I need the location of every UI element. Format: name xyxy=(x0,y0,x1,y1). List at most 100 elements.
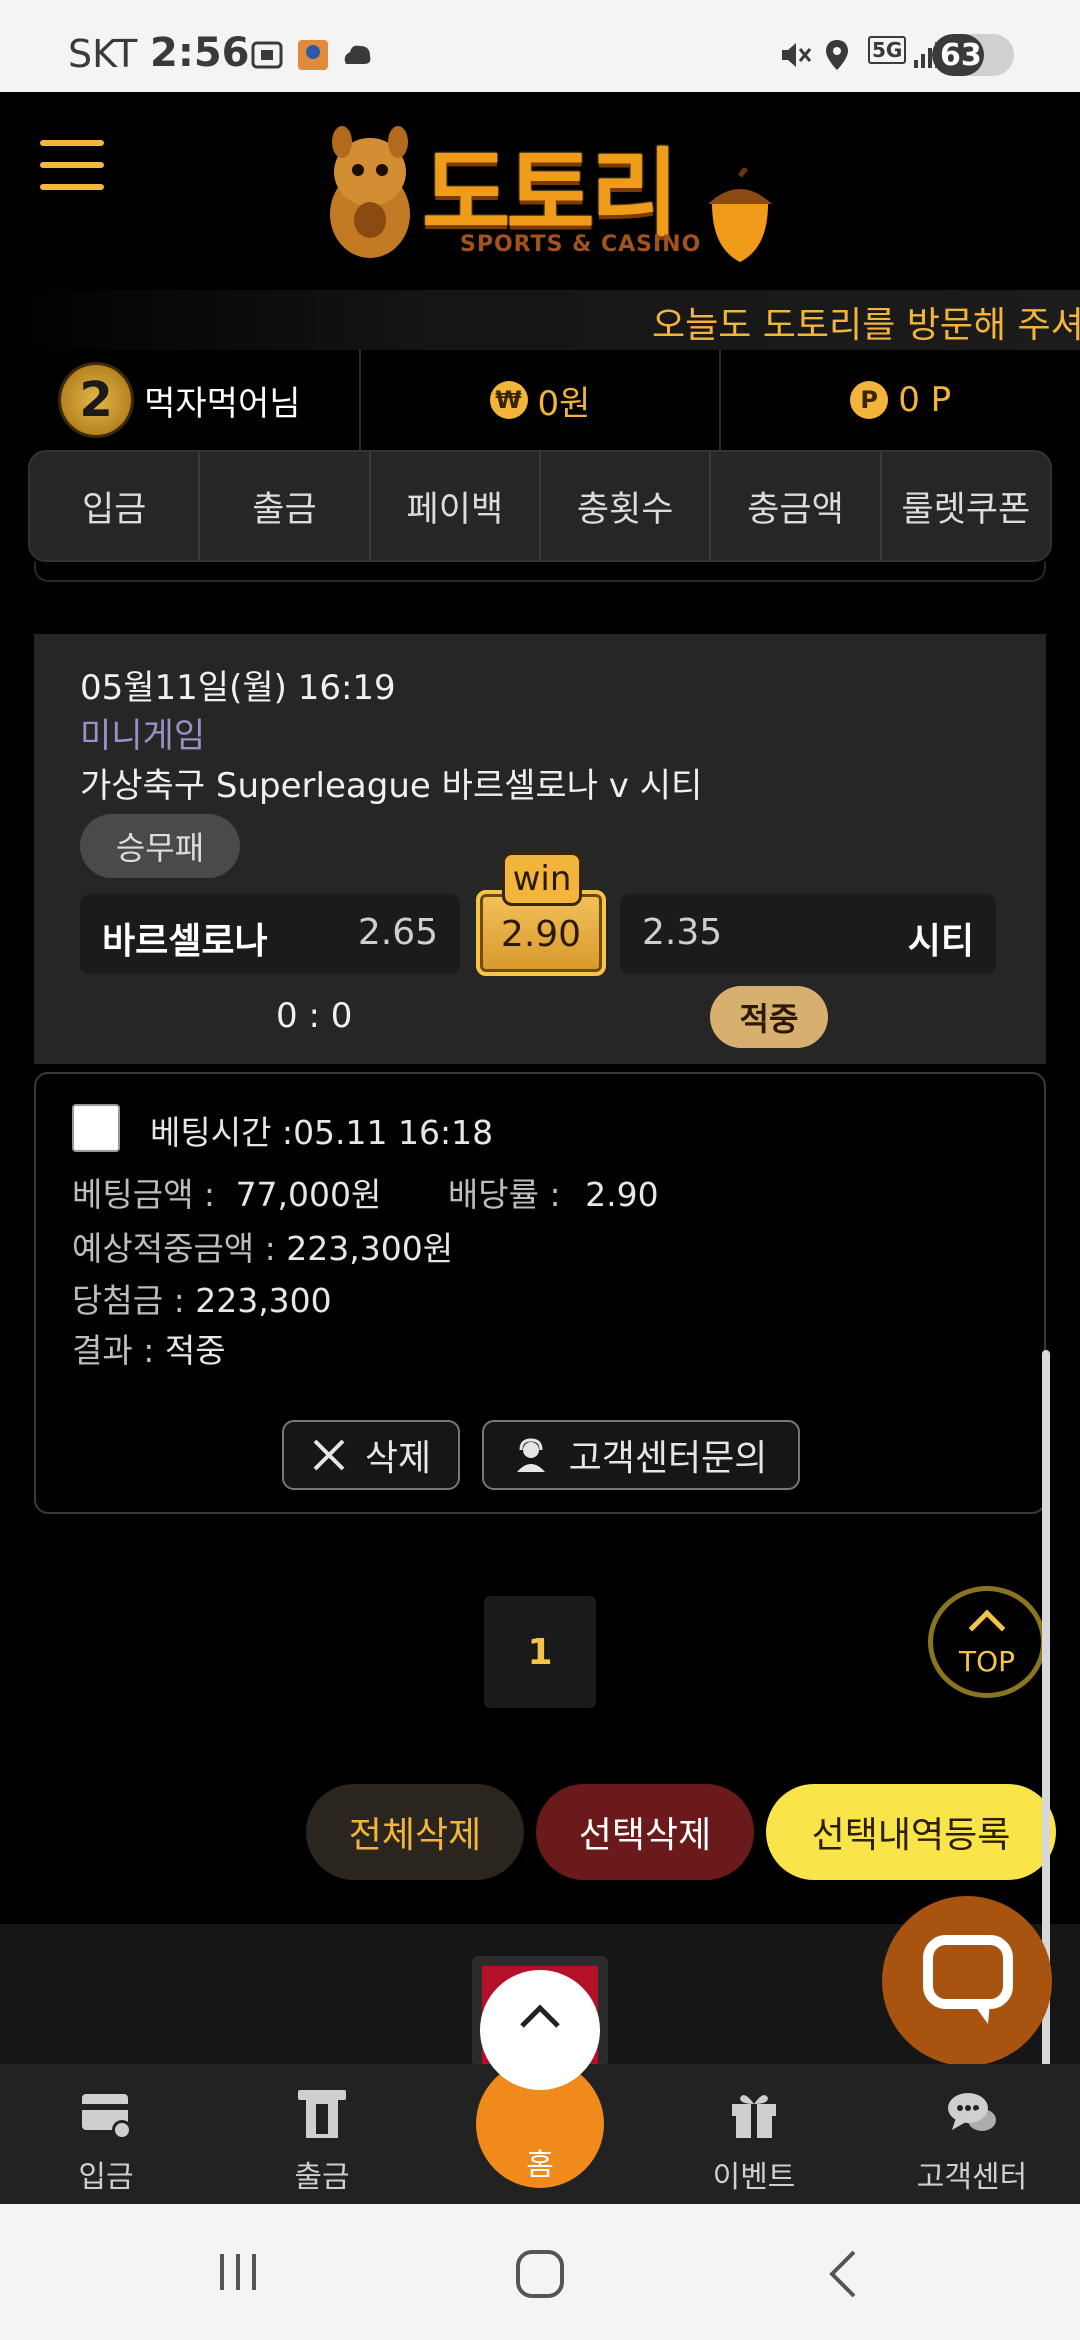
home-odds-value: 2.65 xyxy=(357,912,438,953)
bet-amount-label: 베팅금액 : xyxy=(72,1175,216,1214)
away-team-name: 시티 xyxy=(907,921,974,962)
point-coin-icon: P xyxy=(850,381,889,419)
nav-deposit[interactable]: 입금 xyxy=(6,2064,206,2204)
gift-icon xyxy=(732,2095,776,2138)
win-tag: win xyxy=(502,852,582,906)
notice-marquee: 오늘도 도토리를 방문해 주셔 xyxy=(0,290,1080,350)
odds-rate-value: 2.90 xyxy=(585,1175,659,1214)
delete-button-label: 삭제 xyxy=(364,1438,432,1479)
marquee-text: 오늘도 도토리를 방문해 주셔 xyxy=(652,305,1080,346)
location-icon xyxy=(826,40,848,70)
prize-label: 당첨금 : xyxy=(72,1281,185,1320)
delete-button[interactable]: 삭제 xyxy=(282,1420,460,1490)
balance-value: 0원 xyxy=(537,383,591,424)
cloud-icon xyxy=(344,45,371,64)
nav-event[interactable]: 이벤트 xyxy=(654,2064,854,2204)
away-odds-value: 2.35 xyxy=(642,912,723,953)
expected-win-value: 223,300원 xyxy=(286,1229,454,1268)
nav-deposit-label: 입금 xyxy=(78,2160,134,2195)
user-info-bar: 2 먹자먹어님 ₩ 0원 P 0 P xyxy=(0,350,1080,450)
mute-icon xyxy=(782,43,812,67)
level-badge: 2 xyxy=(58,362,135,438)
site-header: 도토리 SPORTS & CASINO xyxy=(0,92,1080,290)
select-checkbox[interactable] xyxy=(72,1104,120,1152)
scroll-top-button[interactable]: TOP xyxy=(928,1586,1046,1698)
register-selected-button[interactable]: 선택내역등록 xyxy=(766,1784,1056,1880)
nav-home-label: 홈 xyxy=(526,2148,554,2183)
bet-detail-panel: 베팅시간 :05.11 16:18 베팅금액 : 77,000원 배당률 : 2… xyxy=(34,1072,1046,1514)
user-profile[interactable]: 2 먹자먹어님 xyxy=(0,350,361,450)
result-label: 결과 : xyxy=(72,1331,155,1370)
points-value: 0 P xyxy=(898,380,952,420)
nav-withdraw[interactable]: 출금 xyxy=(222,2064,422,2204)
odds-row: 바르셀로나 2.65 2.90 2.35 시티 xyxy=(80,890,996,976)
home-scroll-top-button[interactable] xyxy=(480,1970,600,2090)
bet-time-value: 05.11 16:18 xyxy=(293,1113,494,1152)
tab-charge-count[interactable]: 충횟수 xyxy=(541,452,712,560)
nav-withdraw-label: 출금 xyxy=(294,2160,350,2195)
support-agent-icon xyxy=(516,1438,545,1472)
tab-charge-amount[interactable]: 충금액 xyxy=(711,452,882,560)
chevron-up-bar-icon xyxy=(520,2004,560,2028)
away-odds-option[interactable]: 2.35 시티 xyxy=(620,894,996,974)
site-logo[interactable]: 도토리 SPORTS & CASINO xyxy=(318,112,778,272)
chat-bubbles-icon xyxy=(948,2093,996,2131)
tab-payback[interactable]: 페이백 xyxy=(371,452,541,560)
quick-tabs: 입금 출금 페이백 충횟수 충금액 룰렛쿠폰 xyxy=(28,450,1052,562)
bet-time-label: 베팅시간 : xyxy=(150,1113,294,1152)
nav-support-label: 고객센터 xyxy=(916,2160,1028,2195)
home-team-name: 바르셀로나 xyxy=(102,921,268,962)
nav-event-label: 이벤트 xyxy=(712,2160,796,2195)
match-score: 0 : 0 xyxy=(276,996,353,1036)
recent-apps-icon[interactable] xyxy=(214,2248,262,2296)
chevron-up-icon xyxy=(968,1609,1006,1647)
chat-button[interactable] xyxy=(882,1896,1052,2066)
won-coin-icon: ₩ xyxy=(489,381,528,419)
acorn-icon xyxy=(708,168,772,262)
bet-amount-row: 베팅금액 : 77,000원 배당률 : 2.90 xyxy=(72,1168,659,1216)
network-type-label: 5G xyxy=(868,36,907,64)
result-badge: 적중 xyxy=(710,986,828,1048)
customer-service-button-label: 고객센터문의 xyxy=(568,1438,768,1479)
points-display: P 0 P xyxy=(721,350,1080,450)
username: 먹자먹어님 xyxy=(144,383,301,424)
nav-support[interactable]: 고객센터 xyxy=(872,2064,1072,2204)
app-notification-icon xyxy=(298,40,328,70)
tab-withdraw[interactable]: 출금 xyxy=(200,452,371,560)
result-row: 결과 : 적중 xyxy=(72,1324,226,1372)
odds-rate-label: 배당률 : xyxy=(447,1175,561,1214)
close-icon xyxy=(313,1439,345,1471)
page-number-1[interactable]: 1 xyxy=(484,1596,596,1708)
screenshot-icon xyxy=(251,41,283,69)
previous-card-edge xyxy=(34,562,1046,582)
match-datetime: 05월11일(월) 16:19 xyxy=(80,668,396,708)
delete-selected-button[interactable]: 선택삭제 xyxy=(536,1784,754,1880)
home-odds-option[interactable]: 바르셀로나 2.65 xyxy=(80,894,460,974)
menu-icon[interactable] xyxy=(40,140,104,190)
bet-type-badge: 승무패 xyxy=(80,814,240,878)
expected-win-label: 예상적중금액 : xyxy=(72,1229,276,1268)
battery-percentage: 63 xyxy=(940,38,982,73)
bet-time: 베팅시간 :05.11 16:18 xyxy=(150,1106,493,1154)
back-icon[interactable] xyxy=(822,2248,866,2300)
match-category: 미니게임 xyxy=(80,716,206,756)
bet-match-card: 05월11일(월) 16:19 미니게임 가상축구 Superleague 바르… xyxy=(34,634,1046,1064)
wallet-deposit-icon xyxy=(82,2094,132,2140)
tab-roulette-coupon[interactable]: 룰렛쿠폰 xyxy=(882,452,1050,560)
withdraw-icon xyxy=(298,2090,346,2138)
chat-bubble-icon xyxy=(923,1935,1013,2024)
squirrel-mascot-icon xyxy=(330,126,410,258)
expected-win-row: 예상적중금액 : 223,300원 xyxy=(72,1222,453,1270)
scroll-top-label: TOP xyxy=(958,1645,1016,1678)
system-navigation-bar xyxy=(0,2204,1080,2340)
match-title: 가상축구 Superleague 바르셀로나 v 시티 xyxy=(80,766,703,806)
home-system-icon[interactable] xyxy=(514,2248,566,2300)
delete-all-button[interactable]: 전체삭제 xyxy=(306,1784,524,1880)
prize-row: 당첨금 : 223,300 xyxy=(72,1274,332,1322)
customer-service-inquiry-button[interactable]: 고객센터문의 xyxy=(482,1420,800,1490)
tab-deposit[interactable]: 입금 xyxy=(30,452,201,560)
carrier-label: SKT xyxy=(68,32,138,76)
result-value: 적중 xyxy=(164,1331,226,1370)
balance-display: ₩ 0원 xyxy=(361,350,722,450)
logo-tagline: SPORTS & CASINO xyxy=(460,232,702,257)
